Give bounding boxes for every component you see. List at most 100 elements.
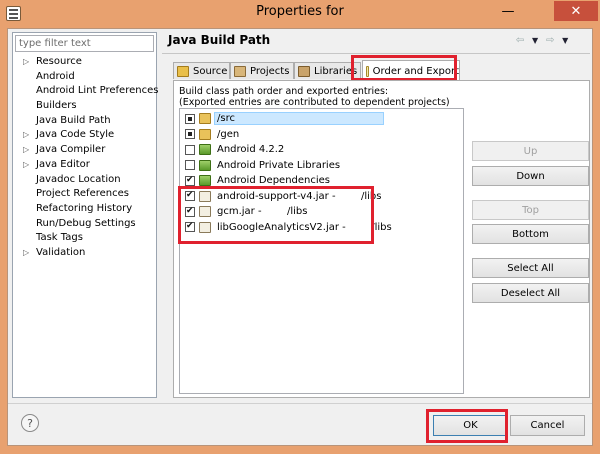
sidebar-item[interactable]: ▷ Java Compiler — [13, 143, 156, 158]
forward-arrow-icon[interactable]: ⇨ — [542, 35, 558, 46]
tab-libraries[interactable]: Libraries — [294, 62, 361, 79]
sidebar-item[interactable]: Project References — [13, 187, 156, 202]
jar-file-icon — [199, 221, 211, 233]
filter-input[interactable] — [15, 35, 154, 52]
sidebar-item[interactable]: Task Tags — [13, 231, 156, 246]
bottom-button[interactable]: Bottom — [472, 224, 589, 244]
sidebar-item-label: Java Build Path — [36, 114, 111, 126]
classpath-entry-label: /gen — [217, 128, 240, 140]
footer-divider — [8, 403, 592, 404]
sidebar-item-label: Resource — [36, 56, 82, 67]
expand-arrow-icon[interactable]: ▷ — [23, 246, 29, 261]
cancel-button[interactable]: Cancel — [510, 415, 585, 436]
classpath-entry[interactable]: /src — [180, 111, 463, 126]
classpath-entry[interactable]: Android Private Libraries — [180, 158, 463, 173]
classpath-entry-label: Android 4.2.2 — [217, 144, 285, 155]
classpath-entry-label: android-support-v4.jar - /libs — [217, 190, 382, 202]
android-library-icon — [199, 144, 211, 155]
sidebar-item-label: Javadoc Location — [36, 173, 121, 185]
sidebar-item-label: Run/Debug Settings — [36, 217, 136, 229]
classpath-entry-list[interactable]: /src/gen Android 4.2.2 Android Private Lib… — [179, 108, 464, 394]
projects-icon — [234, 65, 246, 77]
classpath-entry[interactable]: /gen — [180, 127, 463, 142]
tab-order-and-export[interactable]: Order and Export — [362, 60, 460, 81]
export-checkbox[interactable] — [185, 190, 195, 201]
export-checkbox[interactable] — [185, 129, 195, 139]
sidebar-item[interactable]: Javadoc Location — [13, 173, 156, 188]
classpath-entry[interactable]: Android 4.2.2 — [180, 142, 463, 157]
expand-arrow-icon[interactable]: ▷ — [23, 158, 29, 173]
order-export-icon — [366, 65, 369, 77]
top-button[interactable]: Top — [472, 200, 589, 220]
tab-libraries-label: Libraries — [314, 65, 358, 77]
sidebar-item[interactable]: ▷ Java Code Style — [13, 128, 156, 143]
sidebar-item-label: Android — [36, 70, 75, 82]
help-icon[interactable]: ? — [21, 414, 39, 432]
classpath-entry-label: /src — [214, 112, 384, 125]
sidebar-item[interactable]: Refactoring History — [13, 202, 156, 217]
sidebar-item-label: Builders — [36, 100, 77, 112]
tab-projects-label: Projects — [250, 65, 290, 77]
expand-arrow-icon[interactable]: ▷ — [23, 128, 29, 143]
classpath-entry-label: gcm.jar - /libs — [217, 206, 308, 217]
export-checkbox[interactable] — [185, 221, 195, 232]
export-checkbox[interactable] — [185, 175, 195, 186]
tab-projects[interactable]: Projects — [230, 62, 294, 79]
export-checkbox[interactable] — [185, 160, 195, 170]
sidebar-item[interactable]: Java Build Path — [13, 114, 156, 129]
source-folder-icon — [199, 128, 211, 140]
source-folder-icon — [177, 65, 189, 77]
deselect-all-button[interactable]: Deselect All — [472, 283, 589, 303]
jar-file-icon — [199, 206, 211, 217]
sidebar-item[interactable]: Builders — [13, 99, 156, 114]
android-library-icon — [199, 159, 211, 171]
forward-history-dropdown-icon[interactable]: ▼ — [562, 36, 568, 45]
sidebar-item-label: Validation — [36, 246, 86, 258]
page-navigation: ⇦ ▼ ⇨ ▼ — [512, 33, 584, 47]
export-checkbox[interactable] — [185, 113, 195, 124]
description-line-2: (Exported entries are contributed to dep… — [179, 97, 450, 108]
dialog-body: ▷ Resource Android Android Lint Preferences… — [7, 28, 593, 446]
page-title: Java Build Path — [168, 33, 271, 47]
description-line-1: Build class path order and exported entr… — [179, 86, 389, 97]
back-arrow-icon[interactable]: ⇦ — [512, 35, 528, 46]
sidebar-item[interactable]: Android — [13, 70, 156, 85]
classpath-entry-label: Android Dependencies — [217, 175, 331, 186]
sidebar-item[interactable]: Android Lint Preferences — [13, 84, 159, 99]
jar-file-icon — [199, 190, 211, 202]
classpath-entry[interactable]: android-support-v4.jar - /libs — [180, 189, 463, 204]
classpath-entry[interactable]: libGoogleAnalyticsV2.jar - /libs — [180, 220, 463, 235]
tab-source[interactable]: Source — [173, 62, 230, 79]
sidebar-item[interactable]: ▷ Java Editor — [13, 158, 156, 173]
preference-tree: ▷ Resource Android Android Lint Preferences… — [13, 55, 159, 261]
close-button[interactable]: ✕ — [554, 1, 598, 21]
sidebar-item-label: Java Code Style — [36, 129, 115, 141]
properties-window: Properties for — ✕ ▷ Resource Android Andro… — [0, 0, 600, 454]
down-button[interactable]: Down — [472, 166, 589, 186]
expand-arrow-icon[interactable]: ▷ — [23, 143, 29, 158]
classpath-entry[interactable]: gcm.jar - /libs — [180, 204, 463, 219]
sidebar-item-label: Task Tags — [36, 232, 83, 244]
select-all-button[interactable]: Select All — [472, 258, 589, 278]
minimize-button[interactable]: — — [494, 1, 522, 21]
export-checkbox[interactable] — [185, 206, 195, 217]
android-library-icon — [199, 175, 211, 186]
preference-tree-pane: ▷ Resource Android Android Lint Preferences… — [12, 32, 159, 398]
back-history-dropdown-icon[interactable]: ▼ — [532, 36, 538, 45]
sidebar-item-label: Refactoring History — [36, 202, 133, 214]
export-checkbox[interactable] — [185, 144, 195, 155]
order-export-description: Build class path order and exported entr… — [179, 86, 450, 108]
ok-button[interactable]: OK — [433, 415, 508, 436]
classpath-entry[interactable]: Android Dependencies — [180, 173, 463, 188]
up-button[interactable]: Up — [472, 141, 589, 161]
sidebar-item[interactable]: ▷ Validation — [13, 246, 156, 261]
sidebar-item[interactable]: Run/Debug Settings — [13, 217, 156, 232]
sidebar-item-label: Android Lint Preferences — [36, 85, 159, 97]
header-divider — [162, 53, 590, 54]
title-bar[interactable]: Properties for — ✕ — [0, 0, 600, 27]
sidebar-item-label: Java Compiler — [36, 144, 106, 156]
classpath-entry-label: libGoogleAnalyticsV2.jar - /libs — [217, 221, 392, 233]
order-export-panel: Build class path order and exported entr… — [173, 80, 590, 398]
sidebar-item[interactable]: ▷ Resource — [13, 55, 156, 70]
expand-arrow-icon[interactable]: ▷ — [23, 55, 29, 70]
